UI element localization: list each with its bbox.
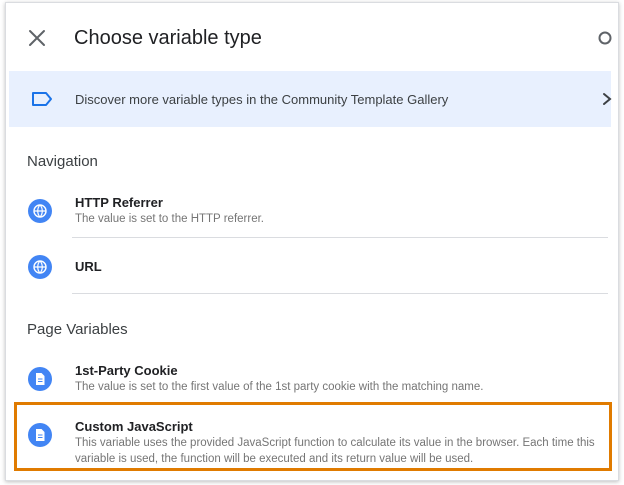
- search-button[interactable]: [596, 29, 614, 47]
- document-icon: [28, 423, 52, 447]
- variable-type-description: This variable uses the provided JavaScri…: [75, 437, 595, 465]
- gallery-link-text: Discover more variable types in the Comm…: [75, 92, 449, 107]
- variable-type-1st-party-cookie[interactable]: 1st-Party Cookie The value is set to the…: [9, 357, 611, 405]
- section-title-navigation: Navigation: [27, 153, 98, 170]
- variable-type-name: HTTP Referrer: [75, 195, 163, 210]
- variable-type-description: The value is set to the HTTP referrer.: [75, 213, 264, 225]
- section-title-page-variables: Page Variables: [27, 321, 128, 338]
- variable-type-name: 1st-Party Cookie: [75, 363, 178, 378]
- divider: [72, 293, 608, 294]
- search-icon[interactable]: [596, 29, 614, 47]
- variable-type-dialog: Choose variable type Discover more varia…: [5, 2, 619, 481]
- variable-type-description: The value is set to the first value of t…: [75, 381, 484, 393]
- dialog-title: Choose variable type: [74, 27, 262, 49]
- dialog-header: Choose variable type: [6, 3, 618, 71]
- variable-type-custom-javascript[interactable]: Custom JavaScript This variable uses the…: [9, 413, 611, 475]
- community-gallery-banner[interactable]: Discover more variable types in the Comm…: [9, 71, 613, 127]
- variable-type-http-referrer[interactable]: HTTP Referrer The value is set to the HT…: [9, 189, 611, 237]
- chevron-right-icon[interactable]: [601, 91, 613, 107]
- globe-icon: [28, 199, 52, 223]
- document-icon: [28, 367, 52, 391]
- close-button[interactable]: [26, 27, 48, 49]
- variable-type-name: URL: [75, 259, 102, 274]
- variable-type-name: Custom JavaScript: [75, 419, 193, 434]
- tag-icon: [32, 92, 52, 106]
- close-icon[interactable]: [26, 27, 48, 49]
- divider: [72, 237, 608, 238]
- globe-icon: [28, 255, 52, 279]
- variable-type-url[interactable]: URL: [9, 247, 611, 293]
